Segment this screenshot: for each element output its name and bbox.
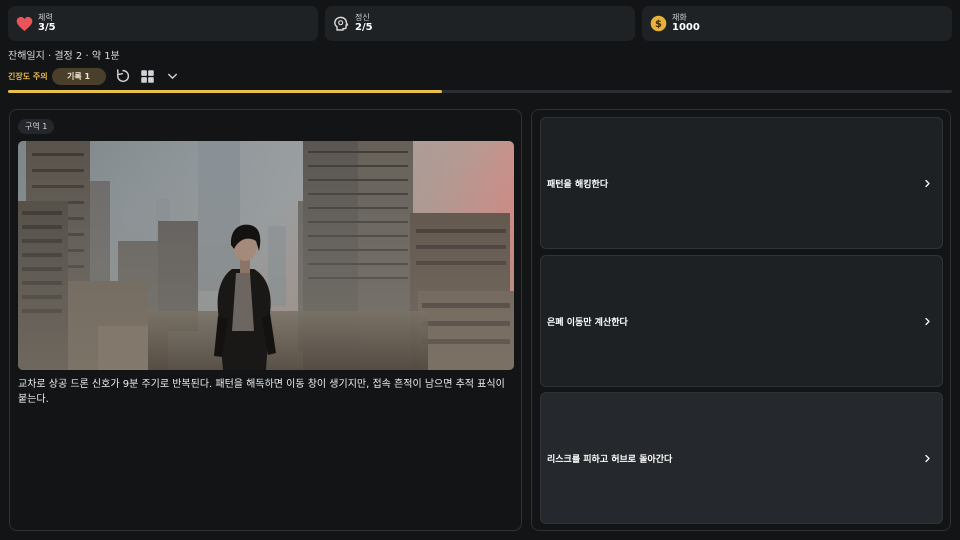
choice-stealth-move[interactable]: 은폐 이동만 계산한다 — [540, 255, 943, 387]
stat-currency: $ 재화 1000 — [642, 6, 952, 41]
stat-value: 1000 — [672, 22, 700, 34]
choice-panel: 패턴을 해킹한다 은폐 이동만 계산한다 리스크를 피하고 허브로 돌아간다 — [531, 109, 951, 531]
undo-button[interactable] — [113, 66, 133, 86]
grid-icon — [141, 69, 154, 83]
area-badge: 구역 1 — [18, 119, 55, 134]
grid-view-button[interactable] — [138, 66, 158, 86]
chevron-right-icon — [922, 316, 932, 326]
undo-icon — [116, 69, 129, 83]
scene-panel: 구역 1 교차로 상공 드론 신호가 9분 주기로 반복된다. 패턴을 해독하면… — [9, 109, 522, 531]
choice-label: 은폐 이동만 계산한다 — [547, 317, 628, 328]
chevron-down-icon — [168, 73, 178, 79]
progress-bar — [8, 90, 952, 93]
stats-bar: 체력 3/5 정신 2/5 $ 재화 1000 — [8, 6, 952, 41]
chevron-right-icon — [922, 178, 932, 188]
controls-row: 긴장도 주의 기록 1 — [8, 66, 188, 86]
svg-text:$: $ — [655, 19, 662, 30]
tension-status: 긴장도 주의 — [8, 71, 48, 81]
choice-hack-pattern[interactable]: 패턴을 해킹한다 — [540, 117, 943, 249]
chevron-right-icon — [922, 453, 932, 463]
stat-label: 정신 — [355, 13, 370, 23]
record-button[interactable]: 기록 1 — [51, 67, 106, 85]
stat-value: 2/5 — [355, 22, 373, 34]
stat-value: 3/5 — [38, 22, 56, 34]
stat-label: 재화 — [672, 13, 687, 23]
choice-label: 리스크를 피하고 허브로 돌아간다 — [547, 454, 673, 465]
scene-illustration — [18, 141, 514, 370]
stat-health: 체력 3/5 — [8, 6, 318, 41]
stat-label: 체력 — [38, 13, 53, 23]
stat-mind: 정신 2/5 — [325, 6, 635, 41]
scene-narration: 교차로 상공 드론 신호가 9분 주기로 반복된다. 패턴을 해독하면 이동 창… — [18, 379, 505, 405]
choice-return-hub[interactable]: 리스크를 피하고 허브로 돌아간다 — [540, 392, 943, 524]
progress-fill — [8, 90, 443, 93]
expand-button[interactable] — [163, 66, 183, 86]
coin-icon: $ — [649, 15, 667, 33]
brain-head-icon — [332, 15, 350, 33]
choice-label: 패턴을 해킹한다 — [547, 179, 609, 190]
journal-meta: 잔해일지 · 결정 2 · 약 1분 — [8, 51, 120, 62]
heart-icon — [15, 15, 33, 33]
